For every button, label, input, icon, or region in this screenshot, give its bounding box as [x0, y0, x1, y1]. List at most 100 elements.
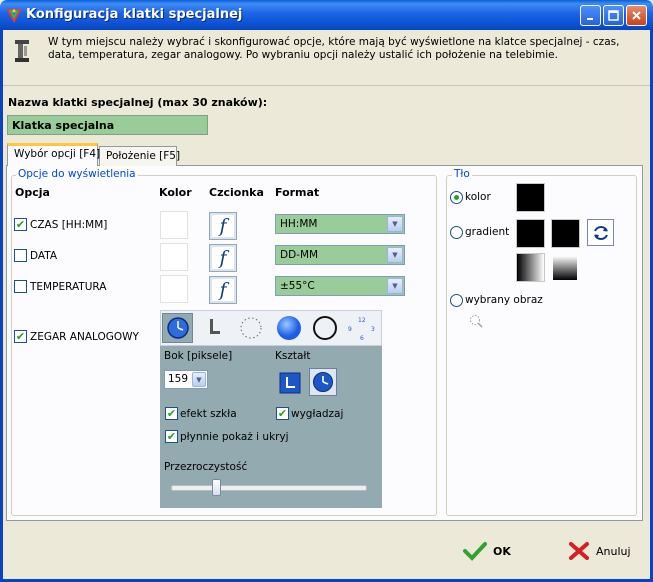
checkbox-glass-effect[interactable]: ✔ [165, 407, 178, 420]
shape-square-button[interactable] [278, 371, 302, 395]
app-logo-icon [6, 9, 22, 23]
font-icon: f [219, 215, 227, 237]
format-select-temperature[interactable]: ±55°C ▼ [275, 276, 405, 296]
blue-circle-icon [276, 316, 301, 340]
clock-face-icon [166, 317, 189, 339]
label-date: DATA [30, 250, 58, 262]
round-clock-icon [313, 372, 333, 392]
clock-hands-icon [209, 319, 220, 334]
clock-style-ring-button[interactable] [309, 313, 340, 343]
clock-numbers-icon: 12 9 3 6 [348, 317, 375, 342]
label-bg-image: wybrany obraz [465, 294, 543, 306]
cancel-x-icon [569, 542, 589, 560]
transparency-slider-track[interactable] [171, 485, 367, 491]
gradient-horizontal-preview[interactable] [516, 253, 545, 282]
clock-style-hands-button[interactable] [197, 313, 228, 343]
svg-text:6: 6 [360, 335, 364, 342]
tab-position[interactable]: Położenie [F5] [99, 146, 180, 166]
header-option: Opcja [15, 186, 50, 199]
radio-bg-image[interactable] [450, 294, 463, 307]
clock-style-face-button[interactable] [162, 313, 193, 343]
font-icon: f [219, 247, 227, 269]
search-image-icon[interactable] [468, 313, 484, 329]
name-label: Nazwa klatki specjalnej (max 30 znaków): [8, 96, 268, 109]
svg-text:3: 3 [371, 326, 375, 333]
window-frame-left [0, 30, 3, 582]
clock-device-icon [15, 40, 29, 62]
header-font: Czcionka [209, 186, 264, 199]
refresh-icon [593, 225, 608, 240]
info-text: W tym miejscu należy wybrać i skonfiguro… [48, 36, 620, 61]
label-time: CZAS [HH:MM] [30, 219, 108, 231]
font-button-time[interactable]: f [209, 212, 237, 240]
shape-label: Kształt [275, 350, 311, 362]
label-temperature: TEMPERATURA [30, 281, 107, 293]
checkbox-analog-clock[interactable]: ✔ [14, 330, 27, 343]
checkbox-smooth[interactable]: ✔ [276, 407, 289, 420]
side-size-select[interactable]: 159 ▼ [164, 370, 208, 389]
clock-ticks-icon [240, 317, 261, 339]
side-size-value: 159 [168, 373, 189, 385]
clock-style-background-button[interactable] [273, 313, 304, 343]
clock-style-numbers-button[interactable]: 12 9 3 6 [345, 313, 376, 343]
format-select-date[interactable]: DD-MM ▼ [275, 245, 405, 265]
label-bg-color: kolor [465, 191, 491, 203]
svg-text:12: 12 [358, 317, 366, 324]
color-swatch-time[interactable] [160, 211, 188, 239]
format-value-date: DD-MM [280, 249, 319, 261]
label-glass-effect: efekt szkła [180, 408, 237, 420]
svg-text:9: 9 [348, 326, 352, 333]
tab-options[interactable]: Wybór opcji [F4] [7, 143, 100, 166]
ok-label: OK [493, 544, 511, 558]
font-icon: f [219, 279, 227, 301]
transparency-slider-thumb[interactable] [212, 479, 222, 496]
label-analog-clock: ZEGAR ANALOGOWY [30, 331, 139, 343]
radio-bg-color[interactable] [450, 191, 463, 204]
transparency-label: Przezroczystość [164, 461, 248, 473]
color-swatch-temperature[interactable] [160, 275, 188, 303]
label-fade: płynnie pokaż i ukryj [180, 431, 289, 443]
maximize-icon [608, 10, 619, 21]
chevron-down-icon[interactable]: ▼ [192, 372, 206, 387]
ok-button[interactable]: OK [463, 541, 511, 561]
clock-style-ticks-button[interactable] [235, 313, 266, 343]
window-title: Konfiguracja klatki specjalnej [26, 7, 243, 22]
gradient-color-2-swatch[interactable] [551, 219, 580, 248]
chevron-down-icon[interactable]: ▼ [387, 278, 403, 294]
label-bg-gradient: gradient [465, 226, 510, 238]
close-icon [632, 11, 641, 20]
format-value-time: HH:MM [280, 218, 318, 230]
side-size-label: Bok [piksele] [164, 350, 233, 362]
font-button-date[interactable]: f [209, 244, 237, 272]
shape-round-button[interactable] [309, 368, 337, 396]
gradient-color-1-swatch[interactable] [516, 219, 545, 248]
checkbox-temperature[interactable] [14, 280, 27, 293]
minimize-icon [586, 17, 593, 20]
checkbox-time[interactable]: ✔ [14, 218, 27, 231]
cancel-label: Anuluj [596, 544, 631, 558]
options-group-legend: Opcje do wyświetlenia [16, 168, 138, 180]
label-smooth: wygładzaj [291, 408, 344, 420]
checkmark-icon [463, 542, 487, 561]
gradient-vertical-preview[interactable] [553, 256, 577, 280]
swap-gradient-button[interactable] [587, 219, 614, 246]
format-select-time[interactable]: HH:MM ▼ [275, 214, 405, 234]
square-clock-icon [279, 372, 301, 394]
name-input[interactable]: Klatka specjalna [7, 115, 208, 135]
checkbox-fade[interactable]: ✔ [165, 430, 178, 443]
cancel-button[interactable]: Anuluj [568, 541, 631, 561]
font-button-temperature[interactable]: f [209, 276, 237, 304]
header-color: Kolor [159, 186, 192, 199]
header-format: Format [275, 186, 320, 199]
bg-color-swatch[interactable] [516, 183, 545, 212]
background-group-legend: Tło [452, 168, 472, 180]
maximize-button[interactable] [603, 5, 624, 26]
chevron-down-icon[interactable]: ▼ [387, 247, 403, 263]
radio-bg-gradient[interactable] [450, 226, 463, 239]
color-swatch-date[interactable] [160, 243, 188, 271]
checkbox-date[interactable] [14, 249, 27, 262]
format-value-temperature: ±55°C [280, 280, 315, 292]
close-button[interactable] [626, 5, 647, 26]
minimize-button[interactable] [580, 5, 601, 26]
chevron-down-icon[interactable]: ▼ [387, 216, 403, 232]
